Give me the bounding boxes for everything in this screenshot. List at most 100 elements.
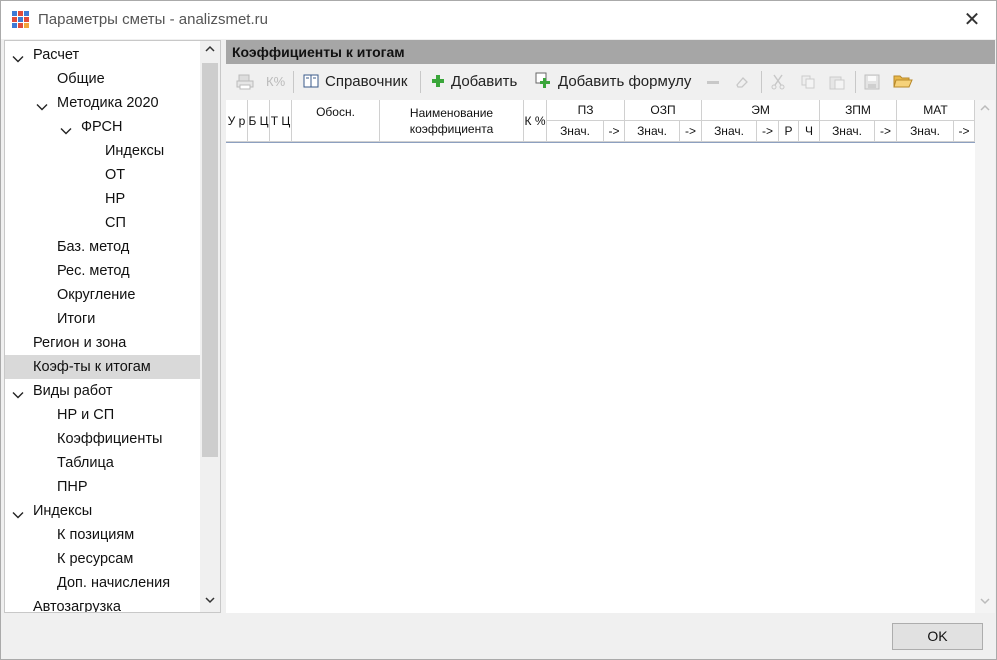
toolbar-separator [293,71,294,93]
tree-item[interactable]: Автозагрузка [5,595,200,612]
tree-item[interactable]: Регион и зона [5,331,200,355]
dialog-window: Параметры сметы - analizsmet.ru ✕ Расчет… [0,0,997,660]
tree-item[interactable]: ОТ [5,163,200,187]
tree-item-label: Коэффициенты [57,431,163,447]
tree-scroll-thumb[interactable] [202,63,218,457]
add-formula-button[interactable]: Добавить формулу [535,70,691,94]
tree-item[interactable]: Общие [5,67,200,91]
cut-icon[interactable] [771,70,785,94]
tree-item[interactable]: Баз. метод [5,235,200,259]
ok-button[interactable]: OK [892,623,983,650]
col-name[interactable]: Наименование коэффициента [380,100,524,142]
col-ozp[interactable]: ОЗП [625,100,702,121]
col-mat-value[interactable]: Знач. [897,121,954,142]
print-icon[interactable] [236,70,254,94]
tree-item[interactable]: Рес. метод [5,259,200,283]
tree-item[interactable]: Индексы [5,139,200,163]
tree-item-label: Методика 2020 [57,95,159,111]
chevron-down-icon[interactable] [36,97,48,111]
tree-item[interactable]: К позициям [5,523,200,547]
col-pz-arrow[interactable]: -> [604,121,625,142]
reference-button[interactable]: Справочник [303,70,408,94]
col-tc[interactable]: Т Ц [270,100,292,142]
save-icon[interactable] [864,70,880,94]
col-ozp-arrow[interactable]: -> [680,121,702,142]
col-bc[interactable]: Б Ц [248,100,270,142]
scroll-down-icon[interactable] [200,592,220,612]
col-em[interactable]: ЭМ [702,100,820,121]
grid-scrollbar[interactable] [975,100,995,613]
tree-item-label: Расчет [33,47,80,63]
tree-item[interactable]: Индексы [5,499,200,523]
tree-item-label: Доп. начисления [57,575,171,591]
tree-item-label: Баз. метод [57,239,130,255]
tree-item[interactable]: Доп. начисления [5,571,200,595]
coefficients-panel: Коэффициенты к итогам К% Справочник Доба… [226,40,995,613]
tree-item[interactable]: СП [5,211,200,235]
col-mat-arrow[interactable]: -> [954,121,975,142]
formula-plus-icon [535,72,552,97]
app-icon [12,11,30,29]
col-em-ch[interactable]: Ч [799,121,820,142]
tree-item-label: Регион и зона [33,335,127,351]
tree-item[interactable]: ФРСН [5,115,200,139]
settings-tree: Расчет Общие Методика 2020 ФРСН Индексы ОТ НР С… [4,40,221,613]
eraser-icon[interactable] [734,70,750,94]
chevron-down-icon[interactable] [60,121,72,135]
tree-item[interactable]: НР и СП [5,403,200,427]
coefficients-grid[interactable]: У р Б Ц Т Ц Обосн. Наименование коэффици… [226,100,975,613]
tree-item[interactable]: Виды работ [5,379,200,403]
title-bar: Параметры сметы - analizsmet.ru ✕ [1,1,996,39]
col-pz-value[interactable]: Знач. [547,121,604,142]
copy-icon[interactable] [800,70,816,94]
add-button[interactable]: Добавить [431,70,517,94]
col-pz[interactable]: ПЗ [547,100,625,121]
col-em-r[interactable]: Р [779,121,799,142]
tree-item-label: ПНР [57,479,88,495]
col-k-percent[interactable]: К % [524,100,547,142]
tree-item[interactable]: НР [5,187,200,211]
panel-title: Коэффициенты к итогам [226,40,995,64]
tree-item-label: ОТ [105,167,126,183]
col-ur[interactable]: У р [226,100,248,142]
col-mat[interactable]: МАТ [897,100,975,121]
col-zpm-value[interactable]: Знач. [820,121,875,142]
tree-item[interactable]: Итоги [5,307,200,331]
chevron-down-icon[interactable] [12,505,24,519]
tree-item-label: К позициям [57,527,135,543]
chevron-down-icon[interactable] [12,49,24,63]
tree-item[interactable]: ПНР [5,475,200,499]
tree-item[interactable]: К ресурсам [5,547,200,571]
tree-scrollbar[interactable] [200,41,220,612]
tree-item[interactable]: Таблица [5,451,200,475]
plus-icon [431,72,445,96]
tree-item[interactable]: Расчет [5,43,200,67]
tree-item[interactable]: Методика 2020 [5,91,200,115]
col-em-value[interactable]: Знач. [702,121,757,142]
chevron-down-icon[interactable] [12,385,24,399]
header-divider [226,142,975,143]
tree-item[interactable]: Коэффициенты [5,427,200,451]
col-zpm-arrow[interactable]: -> [875,121,897,142]
window-title: Параметры сметы - analizsmet.ru [38,11,268,28]
book-icon [303,73,319,97]
col-ozp-value[interactable]: Знач. [625,121,680,142]
close-icon[interactable]: ✕ [958,7,986,33]
percent-icon[interactable]: К% [266,70,285,94]
scroll-down-icon[interactable] [975,593,995,613]
tree-item-label: Округление [57,287,136,303]
scroll-up-icon[interactable] [200,41,220,61]
tree-item-label: Рес. метод [57,263,130,279]
col-em-arrow[interactable]: -> [757,121,779,142]
tree-item[interactable]: Округление [5,283,200,307]
remove-icon[interactable] [706,70,720,94]
col-obosn[interactable]: Обосн. [292,100,380,142]
col-zpm[interactable]: ЗПМ [820,100,897,121]
tree-item-label: К ресурсам [57,551,134,567]
toolbar-separator [420,71,421,93]
open-folder-icon[interactable] [893,70,913,94]
paste-icon[interactable] [829,70,845,94]
tree-item-label: НР [105,191,126,207]
tree-item[interactable]: Коэф-ты к итогам [5,355,200,379]
scroll-up-icon[interactable] [975,100,995,120]
